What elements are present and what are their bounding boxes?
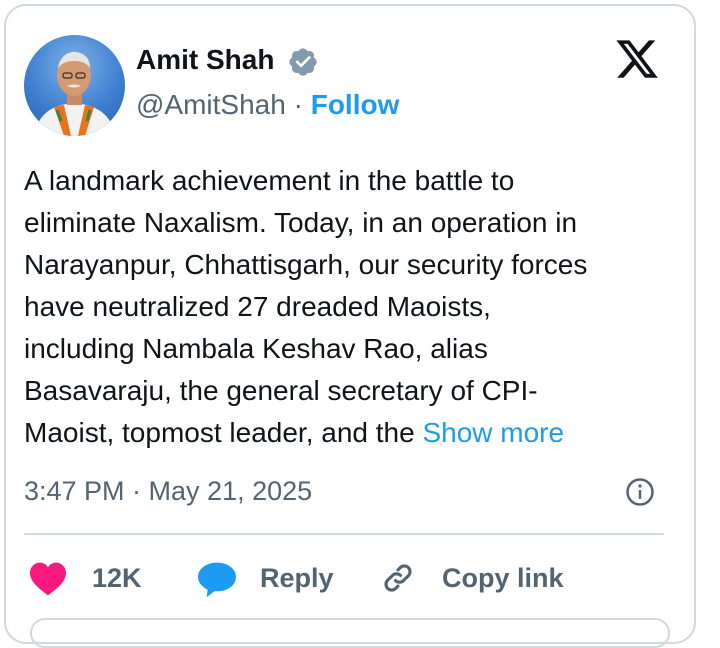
like-count: 12K — [92, 563, 142, 593]
copy-link-button[interactable]: Copy link — [380, 560, 580, 596]
post-timestamp[interactable]: 3:47 PM · May 21, 2025 — [24, 474, 312, 508]
post-text-line: including Nambala Keshav Rao, alias — [24, 333, 488, 364]
heart-icon — [30, 562, 66, 596]
speech-bubble-icon — [198, 562, 236, 598]
reply-button[interactable]: Reply — [196, 560, 346, 598]
x-logo-icon[interactable] — [612, 36, 662, 82]
author-handle[interactable]: @AmitShah — [136, 89, 286, 120]
post-text-line: have neutralized 27 dreaded Maoists, — [24, 291, 491, 322]
info-icon[interactable] — [625, 477, 655, 507]
post-text-line: Basavaraju, the general secretary of CPI… — [24, 375, 538, 406]
divider — [24, 533, 664, 535]
separator-dot: · — [293, 89, 303, 120]
author-name[interactable]: Amit Shah — [136, 43, 274, 77]
post-text-line: Narayanpur, Chhattisgarh, our security f… — [24, 249, 588, 280]
post-text: A landmark achievement in the battle to … — [24, 160, 674, 454]
like-button[interactable]: 12K — [28, 560, 158, 596]
post-text-line: A landmark achievement in the battle to — [24, 165, 515, 196]
reply-label: Reply — [260, 563, 334, 593]
post-text-last-line: Maoist, topmost leader, and the Show mor… — [24, 412, 674, 454]
post-text-line: Maoist, topmost leader, and the — [24, 417, 415, 448]
copy-link-label: Copy link — [442, 563, 564, 593]
avatar[interactable] — [24, 35, 125, 136]
post-text-line: eliminate Naxalism. Today, in an operati… — [24, 207, 578, 238]
verified-badge-icon — [289, 48, 317, 76]
follow-button[interactable]: Follow — [311, 89, 400, 120]
avatar-image — [34, 51, 116, 136]
show-more-link[interactable]: Show more — [422, 417, 564, 448]
read-replies-button-outline[interactable] — [30, 618, 670, 648]
link-icon — [384, 564, 412, 592]
author-handle-row: @AmitShah · Follow — [136, 88, 399, 122]
